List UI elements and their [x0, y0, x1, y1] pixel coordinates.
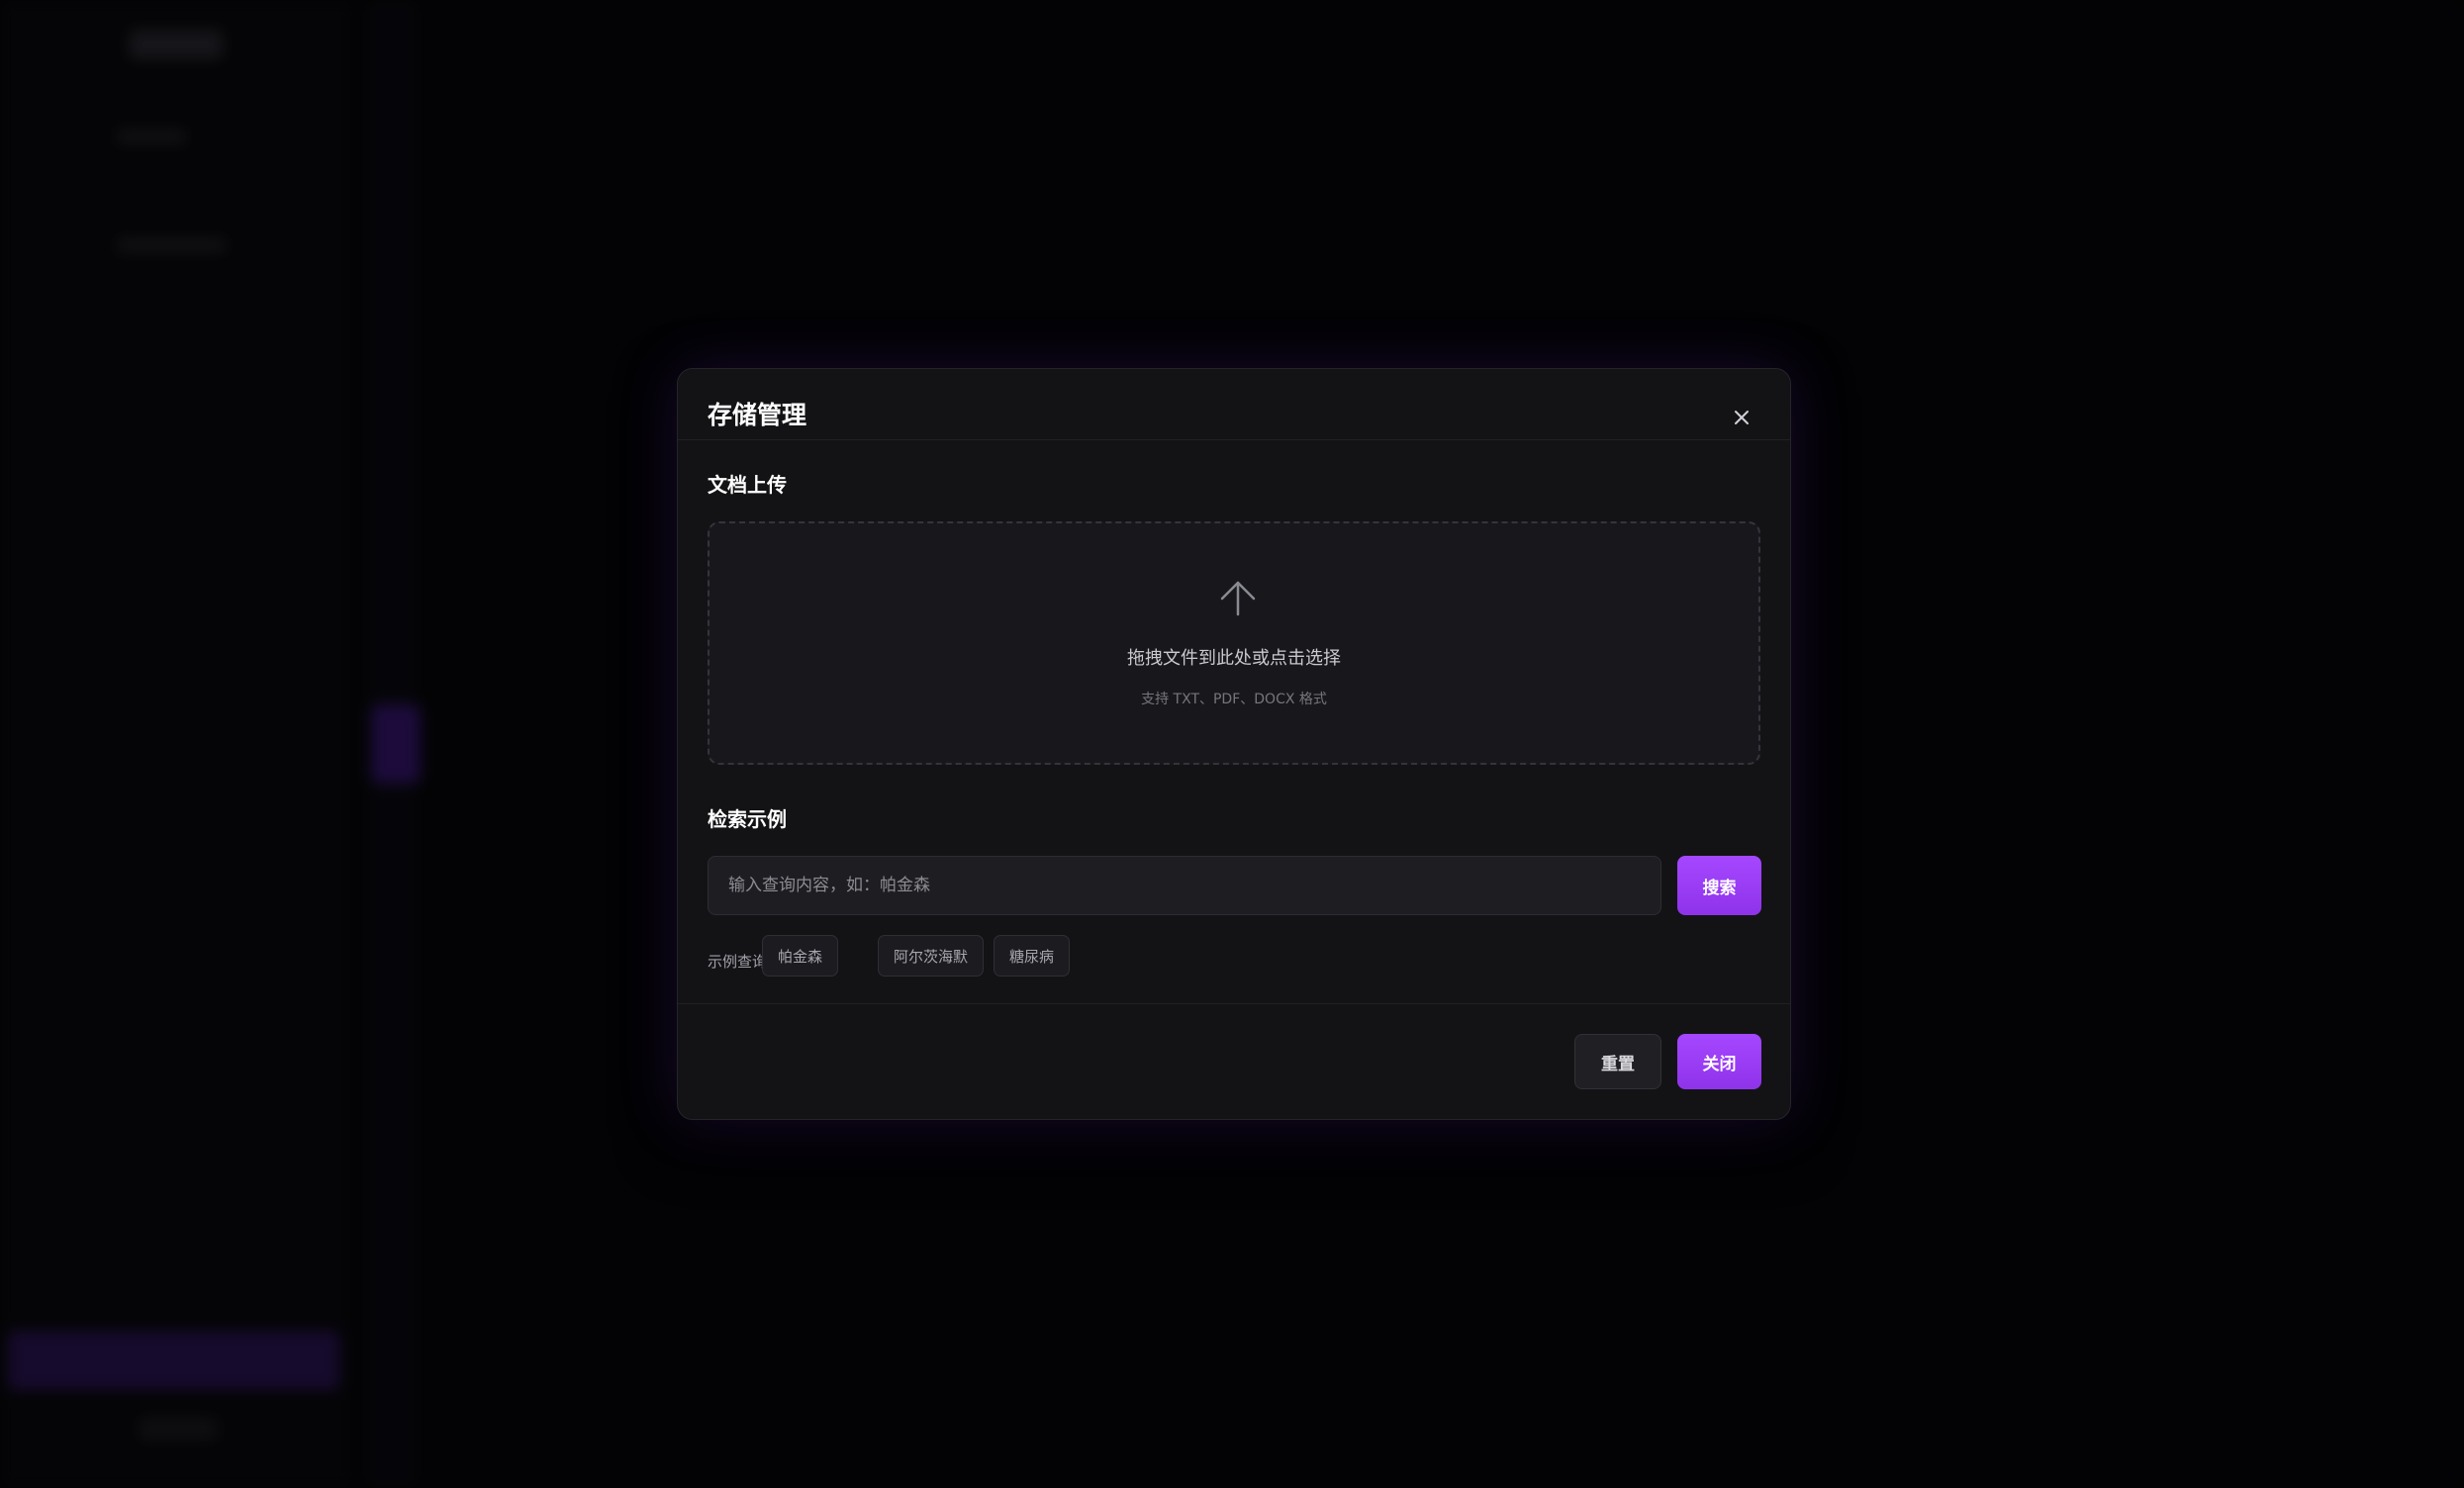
- reset-button[interactable]: 重置: [1574, 1034, 1661, 1089]
- file-dropzone[interactable]: 拖拽文件到此处或点击选择 支持 TXT、PDF、DOCX 格式: [708, 521, 1760, 765]
- search-button[interactable]: 搜索: [1677, 856, 1761, 915]
- example-query-chip[interactable]: 帕金森: [762, 935, 839, 976]
- example-query-chip[interactable]: 糖尿病: [994, 935, 1071, 976]
- upload-arrow-icon: [1218, 579, 1258, 618]
- dialog-title: 存储管理: [708, 401, 807, 429]
- dialog-footer: 重置 关闭: [678, 1003, 1790, 1120]
- dialog-header: 存储管理: [678, 369, 1790, 440]
- close-icon[interactable]: [1727, 403, 1756, 432]
- search-section-title: 检索示例: [708, 807, 787, 831]
- search-input[interactable]: [708, 856, 1661, 915]
- dropzone-text: 拖拽文件到此处或点击选择: [1127, 648, 1341, 669]
- storage-management-dialog: 存储管理 文档上传 拖拽文件到此处或点击选择 支持 TXT、PDF、DOCX 格…: [677, 368, 1791, 1120]
- dropzone-format-hint: 支持 TXT、PDF、DOCX 格式: [1141, 692, 1327, 707]
- example-query-chip[interactable]: 阿尔茨海默: [878, 935, 985, 976]
- close-button[interactable]: 关闭: [1677, 1034, 1761, 1089]
- upload-section-title: 文档上传: [708, 473, 787, 497]
